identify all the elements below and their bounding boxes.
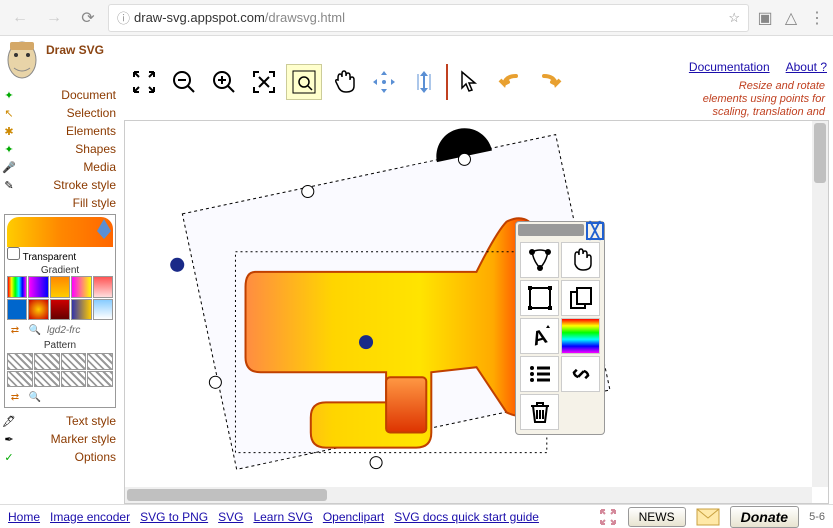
fill-style-panel: Transparent Gradient ⇄ 🔍 lgd2-frc Patter… [4, 214, 116, 408]
donate-button[interactable]: Donate [730, 506, 799, 528]
expand-icon[interactable] [598, 507, 618, 527]
fill-preview [7, 217, 113, 247]
redo-button[interactable] [532, 64, 568, 100]
menu-elements[interactable]: ✱Elements [0, 122, 120, 140]
footer-link-svg-to-png[interactable]: SVG to PNG [140, 510, 208, 524]
footer-link-svg[interactable]: SVG [218, 510, 243, 524]
menu-media[interactable]: 🎤Media [0, 158, 120, 176]
hand-button[interactable] [561, 242, 600, 278]
list-button[interactable] [520, 356, 559, 392]
delete-button[interactable] [520, 394, 559, 430]
pan-button[interactable] [326, 64, 362, 100]
fit-button[interactable] [246, 64, 282, 100]
canvas[interactable]: ╳ A [124, 120, 829, 504]
pattern-swatch[interactable] [87, 353, 113, 370]
bookmark-icon[interactable]: ☆ [728, 10, 740, 26]
transparent-checkbox[interactable]: Transparent [7, 252, 76, 263]
pattern-swatch[interactable] [7, 353, 33, 370]
gradient-swatch[interactable] [28, 299, 48, 321]
gradient-swatch[interactable] [71, 299, 91, 321]
resize-handle[interactable] [370, 457, 382, 469]
menu-marker-style[interactable]: ✒Marker style [0, 430, 120, 448]
app-logo [4, 40, 40, 88]
app-title: Draw SVG [46, 43, 104, 57]
search-icon[interactable]: 🔍 [27, 389, 43, 405]
svg-text:A: A [529, 326, 549, 350]
gradient-swatch[interactable] [7, 299, 27, 321]
mail-icon[interactable] [696, 508, 720, 526]
url-path: /drawsvg.html [265, 10, 345, 25]
back-button[interactable]: ← [6, 4, 34, 32]
reload-button[interactable]: ⟳ [74, 4, 102, 32]
flip-h-icon[interactable]: ⇄ [7, 389, 23, 405]
hint-text: Resize and rotate elements using points … [574, 80, 833, 120]
search-icon[interactable]: 🔍 [27, 322, 43, 338]
vertical-scrollbar[interactable] [812, 121, 828, 487]
text-button[interactable]: A [520, 318, 559, 354]
pattern-swatch[interactable] [87, 371, 113, 388]
pattern-swatch[interactable] [61, 371, 87, 388]
resize-handle[interactable] [209, 376, 221, 388]
forward-button[interactable]: → [40, 4, 68, 32]
bounds-button[interactable] [520, 280, 559, 316]
menu-shapes[interactable]: ✦Shapes [0, 140, 120, 158]
pattern-swatch[interactable] [34, 353, 60, 370]
horizontal-scrollbar[interactable] [125, 487, 812, 503]
footer-link-image-encoder[interactable]: Image encoder [50, 510, 130, 524]
footer-link-openclipart[interactable]: Openclipart [323, 510, 384, 524]
pattern-heading: Pattern [7, 340, 113, 351]
info-icon: ⓘ [117, 8, 130, 27]
footer-link-learn-svg[interactable]: Learn SVG [253, 510, 312, 524]
pattern-swatch[interactable] [61, 353, 87, 370]
gradient-swatch[interactable] [7, 276, 27, 298]
panel-drag-handle[interactable] [518, 224, 584, 236]
extension-icon-2[interactable]: △ [781, 8, 801, 28]
zoom-in-button[interactable] [206, 64, 242, 100]
copy-button[interactable] [561, 280, 600, 316]
gradient-swatch[interactable] [93, 299, 113, 321]
gradient-heading: Gradient [7, 265, 113, 276]
fill-code: lgd2-frc [47, 325, 80, 336]
gradient-swatch[interactable] [28, 276, 48, 298]
resize-handle[interactable] [302, 185, 314, 197]
footer-link-home[interactable]: Home [8, 510, 40, 524]
resize-handle[interactable] [458, 153, 470, 165]
undo-button[interactable] [492, 64, 528, 100]
menu-icon[interactable]: ⋮ [807, 8, 827, 28]
menu-options[interactable]: ✓Options [0, 448, 120, 466]
color-button[interactable] [561, 318, 600, 354]
extension-icon[interactable]: ▣ [755, 8, 775, 28]
zoom-out-button[interactable] [166, 64, 202, 100]
gradient-swatch[interactable] [50, 299, 70, 321]
menu-document[interactable]: ✦Document [0, 86, 120, 104]
zoom-area-button[interactable] [286, 64, 322, 100]
about-link[interactable]: About ? [786, 60, 827, 80]
menu-stroke-style[interactable]: ✎Stroke style [0, 176, 120, 194]
gradient-swatch[interactable] [93, 276, 113, 298]
move-button[interactable] [366, 64, 402, 100]
edit-points-button[interactable] [520, 242, 559, 278]
page-indicator: 5-6 [809, 511, 825, 523]
footer-link-quickstart[interactable]: SVG docs quick start guide [394, 510, 539, 524]
documentation-link[interactable]: Documentation [689, 60, 770, 80]
url-host: draw-svg.appspot.com [134, 10, 265, 25]
element-tools-panel[interactable]: ╳ A [515, 221, 605, 435]
pattern-swatch[interactable] [34, 371, 60, 388]
rotate-handle[interactable] [170, 258, 184, 272]
fullscreen-button[interactable] [126, 64, 162, 100]
menu-fill-style[interactable]: Fill style [0, 194, 120, 212]
pattern-swatch[interactable] [7, 371, 33, 388]
menu-text-style[interactable]: 🖋Text style [0, 412, 120, 430]
toolbar-separator [446, 64, 448, 100]
close-icon[interactable]: ╳ [586, 222, 604, 240]
flip-h-icon[interactable]: ⇄ [7, 322, 23, 338]
flip-button[interactable] [406, 64, 442, 100]
pointer-button[interactable] [452, 64, 488, 100]
url-bar[interactable]: ⓘ draw-svg.appspot.com/drawsvg.html ☆ [108, 4, 749, 32]
link-button[interactable] [561, 356, 600, 392]
gradient-swatch[interactable] [50, 276, 70, 298]
gradient-swatch[interactable] [71, 276, 91, 298]
news-button[interactable]: NEWS [628, 507, 686, 527]
menu-selection[interactable]: ↖Selection [0, 104, 120, 122]
